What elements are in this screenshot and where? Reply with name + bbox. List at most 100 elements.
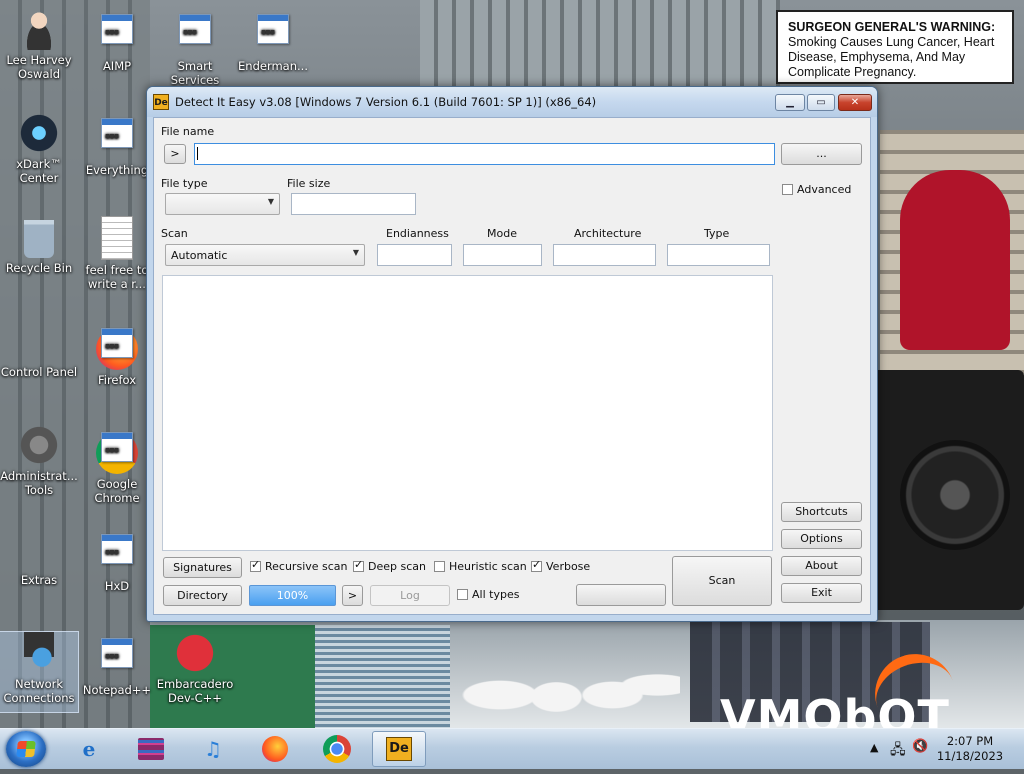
- checkbox-checked-icon: [531, 558, 542, 572]
- scan-progress-bar: 100%: [249, 585, 336, 606]
- desktop-icon-notepad-plus-plus[interactable]: Notepad++: [78, 632, 156, 697]
- file-type-label: File type: [161, 177, 208, 190]
- desktop-icon-network-connections[interactable]: Network Connections: [0, 631, 79, 713]
- desktop-icon-smart-services[interactable]: Smart Services: [156, 8, 234, 87]
- scan-label: Scan: [161, 227, 188, 240]
- type-field: [667, 244, 770, 266]
- title-bar[interactable]: De Detect It Easy v3.08 [Windows 7 Versi…: [147, 87, 877, 117]
- exit-button[interactable]: Exit: [781, 583, 862, 603]
- close-button[interactable]: ✕: [838, 94, 872, 111]
- desktop-icon-extras[interactable]: Extras: [0, 528, 78, 587]
- wallpaper-stripes: [315, 625, 450, 730]
- heuristic-scan-checkbox[interactable]: Heuristic scan: [434, 560, 527, 576]
- desktop-icon-administrative-tools[interactable]: Administrat... Tools: [0, 424, 78, 497]
- firefox-icon[interactable]: [248, 731, 302, 767]
- browse-file-button[interactable]: ...: [781, 143, 862, 165]
- mode-field: [463, 244, 542, 266]
- scan-mode-select[interactable]: Automatic ▼: [165, 244, 365, 266]
- shortcuts-button[interactable]: Shortcuts: [781, 502, 862, 522]
- windows-logo-icon: [16, 741, 36, 757]
- system-clock[interactable]: 2:07 PM 11/18/2023: [930, 734, 1010, 764]
- close-icon: ✕: [850, 97, 860, 108]
- desktop-icon-text-file[interactable]: feel free to write a r...: [78, 216, 156, 291]
- maximize-icon: ▭: [816, 97, 826, 108]
- chrome-icon: [96, 432, 138, 474]
- music-player-icon[interactable]: ♫: [186, 731, 240, 767]
- clock-date: 11/18/2023: [936, 749, 1004, 763]
- about-button[interactable]: About: [781, 556, 862, 576]
- type-label: Type: [704, 227, 730, 240]
- file-name-input[interactable]: [194, 143, 775, 165]
- window-client-area: File name > ... File type ▼ File size Ad…: [153, 117, 871, 615]
- blank-button[interactable]: [576, 584, 666, 606]
- wallpaper-building-top: [420, 0, 780, 90]
- mode-label: Mode: [487, 227, 517, 240]
- text-caret: [197, 147, 198, 160]
- internet-explorer-icon[interactable]: e: [62, 731, 116, 767]
- winrar-icon[interactable]: [124, 731, 178, 767]
- directory-button[interactable]: Directory: [163, 585, 242, 606]
- chrome-icon[interactable]: [310, 731, 364, 767]
- control-panel-icon: [18, 320, 60, 362]
- next-button[interactable]: >: [342, 585, 363, 606]
- minimize-button[interactable]: ▁: [775, 94, 805, 111]
- recursive-scan-checkbox[interactable]: Recursive scan: [250, 558, 348, 576]
- file-size-label: File size: [287, 177, 331, 190]
- checkbox-checked-icon: [353, 558, 364, 572]
- desktop-icon-recycle-bin[interactable]: Recycle Bin: [0, 216, 78, 275]
- maximize-button[interactable]: ▭: [807, 94, 835, 111]
- desktop-icon-everything[interactable]: Everything: [78, 112, 156, 177]
- xdark-icon: [18, 112, 60, 154]
- deep-scan-checkbox[interactable]: Deep scan: [353, 558, 426, 576]
- network-status-icon[interactable]: 🖧: [890, 739, 906, 763]
- firefox-icon: [96, 328, 138, 370]
- desktop-icon-embarcadero-dev-cpp[interactable]: Embarcadero Dev-C++: [156, 632, 234, 705]
- desktop-icon-aimp[interactable]: AIMP: [78, 8, 156, 73]
- chevron-down-icon: ▼: [267, 197, 274, 206]
- checkbox-icon: [782, 184, 793, 195]
- log-button[interactable]: Log: [370, 585, 450, 606]
- options-button[interactable]: Options: [781, 529, 862, 549]
- taskbar: e ♫ De ▲ 🖧 🔇 2:07 PM 11/18/2023: [0, 728, 1024, 769]
- desktop-icon-hxd[interactable]: HxD: [78, 528, 156, 593]
- start-button[interactable]: [6, 731, 46, 767]
- scan-button[interactable]: Scan: [672, 556, 772, 606]
- endianness-label: Endianness: [386, 227, 449, 240]
- window-title: Detect It Easy v3.08 [Windows 7 Version …: [175, 95, 597, 109]
- warning-text: Smoking Causes Lung Cancer, Heart Diseas…: [788, 35, 995, 79]
- recycle-bin-icon: [24, 216, 54, 258]
- desktop-icon-xdark-center[interactable]: xDark™ Center: [0, 112, 78, 185]
- gear-icon: [174, 14, 216, 56]
- desktop-icon-lee-harvey-oswald[interactable]: Lee Harvey Oswald: [0, 8, 78, 81]
- show-hidden-icons-icon[interactable]: ▲: [870, 741, 878, 754]
- die-app-icon: De: [153, 94, 169, 110]
- desktop-icon-firefox[interactable]: Firefox: [78, 320, 156, 387]
- network-icon: [24, 632, 54, 674]
- desktop-icon-enderman[interactable]: Enderman...: [234, 8, 312, 73]
- architecture-label: Architecture: [574, 227, 642, 240]
- wallpaper-toilets: [455, 625, 680, 725]
- checkbox-icon: [434, 561, 445, 572]
- file-type-select[interactable]: ▼: [165, 193, 280, 215]
- advanced-checkbox[interactable]: Advanced: [782, 183, 851, 199]
- everything-icon: [96, 118, 138, 160]
- architecture-field: [553, 244, 656, 266]
- hxd-icon: [96, 534, 138, 576]
- signatures-button[interactable]: Signatures: [163, 557, 242, 578]
- volume-muted-icon[interactable]: 🔇: [912, 739, 928, 754]
- detect-it-easy-taskbar-button[interactable]: De: [372, 731, 426, 767]
- scan-results-panel[interactable]: [162, 275, 773, 551]
- notepad-plus-plus-icon: [96, 638, 138, 680]
- chevron-down-icon: ▼: [352, 248, 359, 257]
- verbose-checkbox[interactable]: Verbose: [531, 558, 590, 576]
- surgeon-general-warning: SURGEON GENERAL'S WARNING: Smoking Cause…: [776, 10, 1014, 84]
- wallpaper-speaker: [870, 370, 1024, 610]
- desktop-icon-control-panel[interactable]: Control Panel: [0, 320, 78, 379]
- desktop-icon-google-chrome[interactable]: Google Chrome: [78, 424, 156, 505]
- all-types-checkbox[interactable]: All types: [457, 588, 519, 604]
- checkbox-checked-icon: [250, 558, 261, 572]
- recent-files-button[interactable]: >: [164, 144, 186, 164]
- enderman-icon: [252, 14, 294, 56]
- wallpaper-red-figure: [900, 170, 1010, 350]
- person-icon: [18, 8, 60, 50]
